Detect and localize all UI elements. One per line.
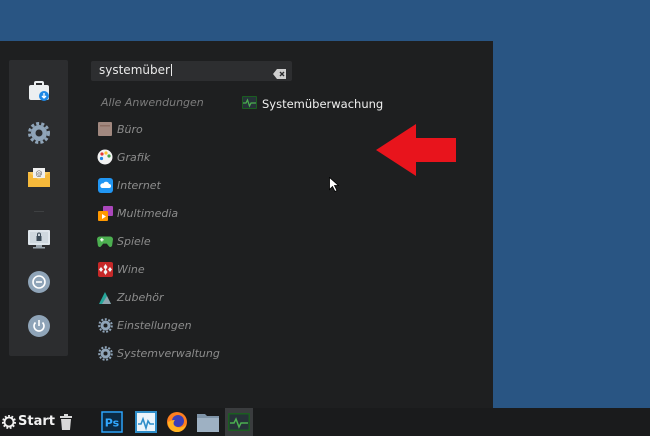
system-gear-icon: [97, 345, 113, 361]
category-spiele[interactable]: Spiele: [97, 232, 151, 250]
multimedia-icon: [97, 205, 113, 221]
favorites-separator: [34, 211, 44, 212]
settings-gear-icon: [97, 317, 113, 333]
taskbar: Start Ps: [0, 408, 650, 436]
lock-screen-icon[interactable]: [25, 224, 53, 252]
search-result-systemueberwachung[interactable]: Systemüberwachung: [242, 94, 383, 113]
settings-icon[interactable]: [25, 119, 53, 147]
accessories-icon: [97, 289, 113, 305]
system-monitor-icon: [242, 94, 257, 113]
system-monitor-taskbar-icon[interactable]: [227, 410, 251, 434]
category-einstellungen[interactable]: Einstellungen: [97, 316, 192, 334]
power-icon[interactable]: [25, 312, 53, 340]
firefox-icon[interactable]: [165, 410, 189, 434]
logout-icon[interactable]: [25, 268, 53, 296]
svg-text:@: @: [36, 170, 43, 178]
files-icon[interactable]: [196, 410, 220, 434]
mail-icon[interactable]: @: [25, 163, 53, 191]
svg-text:Ps: Ps: [105, 417, 120, 430]
wine-icon: [97, 261, 113, 277]
start-button[interactable]: Start: [2, 414, 55, 429]
category-buero[interactable]: Büro: [97, 120, 143, 138]
gear-icon: [2, 414, 16, 429]
category-grafik[interactable]: Grafik: [97, 148, 150, 166]
category-systemverwaltung[interactable]: Systemverwaltung: [97, 344, 220, 362]
monitor-app-icon[interactable]: [134, 410, 158, 434]
trash-icon[interactable]: [54, 410, 78, 434]
category-internet[interactable]: Internet: [97, 176, 161, 194]
category-zubehoer[interactable]: Zubehör: [97, 288, 163, 306]
office-icon: [97, 121, 113, 137]
photoshop-icon[interactable]: Ps: [100, 410, 124, 434]
application-menu: @ systemüber Alle Anwendungen Büro Grafi…: [0, 41, 493, 408]
gamepad-icon: [97, 233, 113, 249]
search-field[interactable]: systemüber: [91, 61, 292, 81]
category-wine[interactable]: Wine: [97, 260, 145, 278]
graphics-palette-icon: [97, 149, 113, 165]
mouse-cursor-icon: [329, 176, 340, 196]
internet-cloud-icon: [97, 177, 113, 193]
all-applications-item[interactable]: Alle Anwendungen: [101, 96, 204, 109]
annotation-arrow-icon: [376, 124, 457, 180]
favorites-bar: @: [9, 60, 68, 356]
clear-search-icon[interactable]: [273, 65, 287, 79]
search-input[interactable]: systemüber: [99, 63, 172, 77]
category-multimedia[interactable]: Multimedia: [97, 204, 178, 222]
software-center-icon[interactable]: [25, 77, 53, 105]
